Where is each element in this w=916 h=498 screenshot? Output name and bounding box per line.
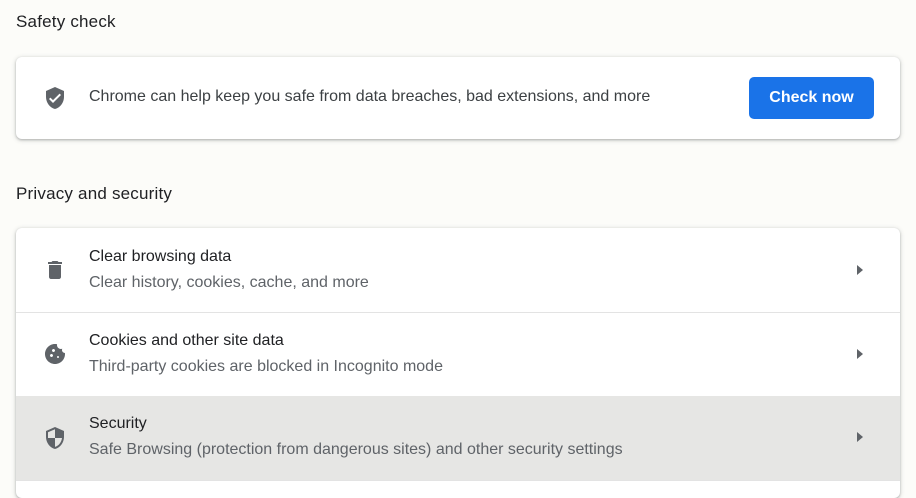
safety-check-heading: Safety check xyxy=(16,12,116,31)
safety-check-description: Chrome can help keep you safe from data … xyxy=(89,88,651,105)
row-title: Cookies and other site data xyxy=(89,332,284,349)
privacy-security-heading: Privacy and security xyxy=(16,184,173,203)
privacy-security-card: Clear browsing data Clear history, cooki… xyxy=(16,228,900,498)
security-row[interactable]: Security Safe Browsing (protection from … xyxy=(16,396,900,480)
row-subtitle: Clear history, cookies, cache, and more xyxy=(89,274,369,291)
row-title: Security xyxy=(89,415,147,432)
trash-icon xyxy=(42,257,68,283)
chevron-right-icon xyxy=(853,347,867,361)
chevron-right-icon xyxy=(853,263,867,277)
divider xyxy=(16,480,900,481)
safety-check-card: Chrome can help keep you safe from data … xyxy=(16,57,900,139)
chevron-right-icon xyxy=(853,430,867,444)
row-subtitle: Third-party cookies are blocked in Incog… xyxy=(89,358,443,375)
clear-browsing-data-row[interactable]: Clear browsing data Clear history, cooki… xyxy=(16,228,900,312)
cookies-site-data-row[interactable]: Cookies and other site data Third-party … xyxy=(16,313,900,397)
row-subtitle: Safe Browsing (protection from dangerous… xyxy=(89,441,623,458)
row-title: Clear browsing data xyxy=(89,248,232,265)
shield-icon xyxy=(42,425,68,451)
cookie-icon xyxy=(42,341,68,367)
check-now-button[interactable]: Check now xyxy=(749,77,874,119)
shield-check-icon xyxy=(42,85,68,111)
